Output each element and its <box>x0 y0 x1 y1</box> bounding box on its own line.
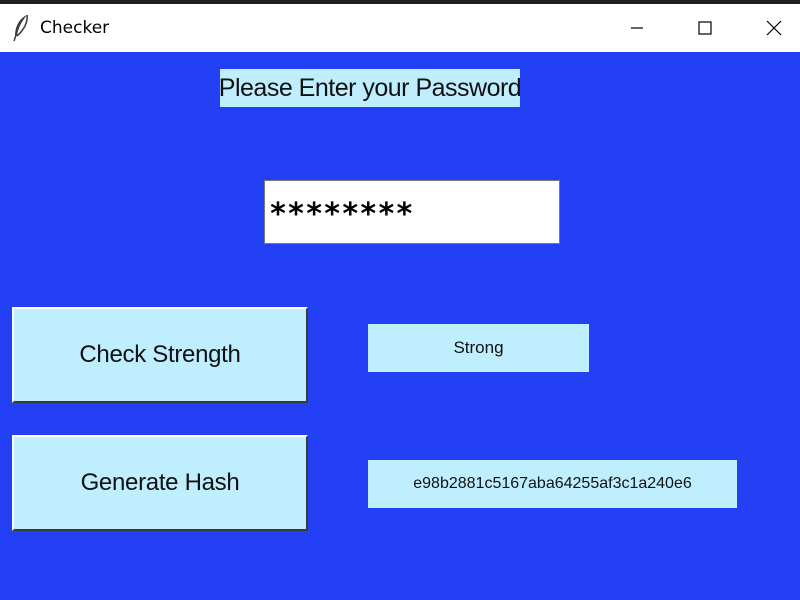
maximize-button[interactable] <box>682 8 728 48</box>
minimize-icon <box>631 27 643 29</box>
close-icon <box>766 20 782 36</box>
main-panel: Please Enter your Password Check Strengt… <box>0 52 800 600</box>
hash-result-label: e98b2881c5167aba64255af3c1a240e6 <box>368 460 737 508</box>
close-button[interactable] <box>751 8 797 48</box>
feather-icon <box>12 14 30 42</box>
window-title: Checker <box>40 18 110 38</box>
check-strength-button[interactable]: Check Strength <box>12 307 308 403</box>
checker-window: Checker Please Enter your Password Check… <box>0 0 800 600</box>
title-bar[interactable]: Checker <box>0 4 800 52</box>
minimize-button[interactable] <box>614 8 660 48</box>
strength-result-label: Strong <box>368 324 589 372</box>
password-input[interactable] <box>264 180 560 244</box>
password-prompt-label: Please Enter your Password <box>219 69 522 107</box>
maximize-icon <box>698 21 712 35</box>
generate-hash-button[interactable]: Generate Hash <box>12 435 308 531</box>
